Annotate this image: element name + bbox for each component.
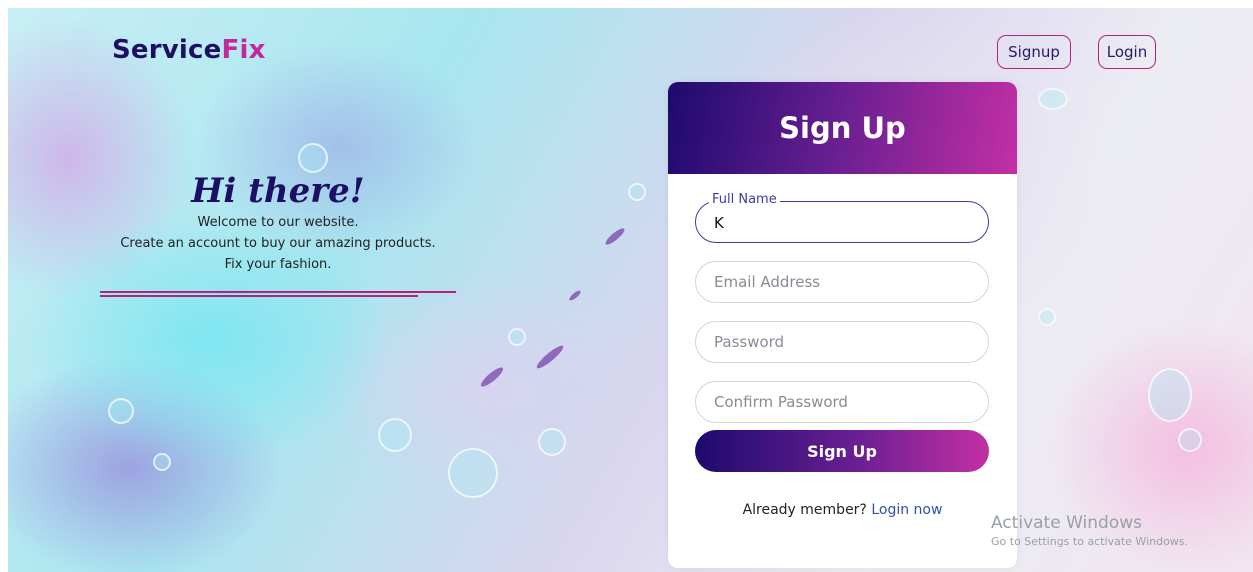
decor-bubble	[1038, 88, 1068, 110]
decor-bubble	[1038, 308, 1056, 326]
activate-windows-watermark: Activate Windows Go to Settings to activ…	[991, 513, 1188, 548]
decor-streak	[568, 289, 582, 302]
signup-title: Sign Up	[779, 111, 906, 145]
decor-bubble	[1148, 368, 1192, 422]
signup-card-header: Sign Up	[668, 82, 1017, 174]
nav-login-button[interactable]: Login	[1098, 35, 1156, 69]
full-name-field[interactable]: Full Name	[695, 192, 989, 243]
hero-line-fix-fashion: Fix your fashion.	[224, 257, 332, 272]
watermark-title: Activate Windows	[991, 513, 1142, 533]
decor-streak	[534, 343, 566, 371]
login-now-link[interactable]: Login now	[871, 502, 942, 518]
decor-streak	[603, 226, 627, 247]
full-name-label: Full Name	[709, 192, 780, 208]
email-input[interactable]	[714, 262, 964, 302]
brand-logo-part2: Fix	[221, 35, 266, 65]
hero-heading: Hi there!	[191, 171, 365, 211]
decor-bubble	[448, 448, 498, 498]
decor-bubble	[508, 328, 526, 346]
decor-bubble	[628, 183, 646, 201]
decor-streak	[478, 364, 506, 390]
background-art	[8, 8, 1253, 572]
hero-line-welcome: Welcome to our website.	[197, 215, 359, 230]
full-name-input[interactable]	[714, 206, 964, 240]
hero-section: Hi there! Welcome to our website. Create…	[96, 170, 460, 275]
brand-logo[interactable]: ServiceFix	[112, 35, 266, 65]
hero-underline	[100, 291, 456, 293]
password-field[interactable]	[695, 321, 989, 363]
watermark-subtitle: Go to Settings to activate Windows.	[991, 535, 1189, 548]
signup-submit-button[interactable]: Sign Up	[695, 430, 989, 472]
nav-signup-button[interactable]: Signup	[997, 35, 1071, 69]
decor-bubble	[108, 398, 134, 424]
email-field[interactable]	[695, 261, 989, 303]
brand-logo-part1: Service	[112, 35, 222, 65]
decor-bubble	[153, 453, 171, 471]
password-input[interactable]	[714, 322, 964, 362]
decor-bubble	[298, 143, 328, 173]
decor-bubble	[378, 418, 412, 452]
signup-card: Sign Up Full Name Sign Up Already member…	[668, 82, 1017, 568]
login-prompt-text: Already member?	[742, 502, 867, 518]
confirm-password-field[interactable]	[695, 381, 989, 423]
hero-line-create-account: Create an account to buy our amazing pro…	[120, 236, 436, 251]
decor-bubble	[538, 428, 566, 456]
confirm-password-input[interactable]	[714, 382, 964, 422]
hero-underline-short	[100, 295, 418, 297]
login-prompt: Already member? Login now	[668, 502, 1017, 518]
decor-bubble	[1178, 428, 1202, 452]
